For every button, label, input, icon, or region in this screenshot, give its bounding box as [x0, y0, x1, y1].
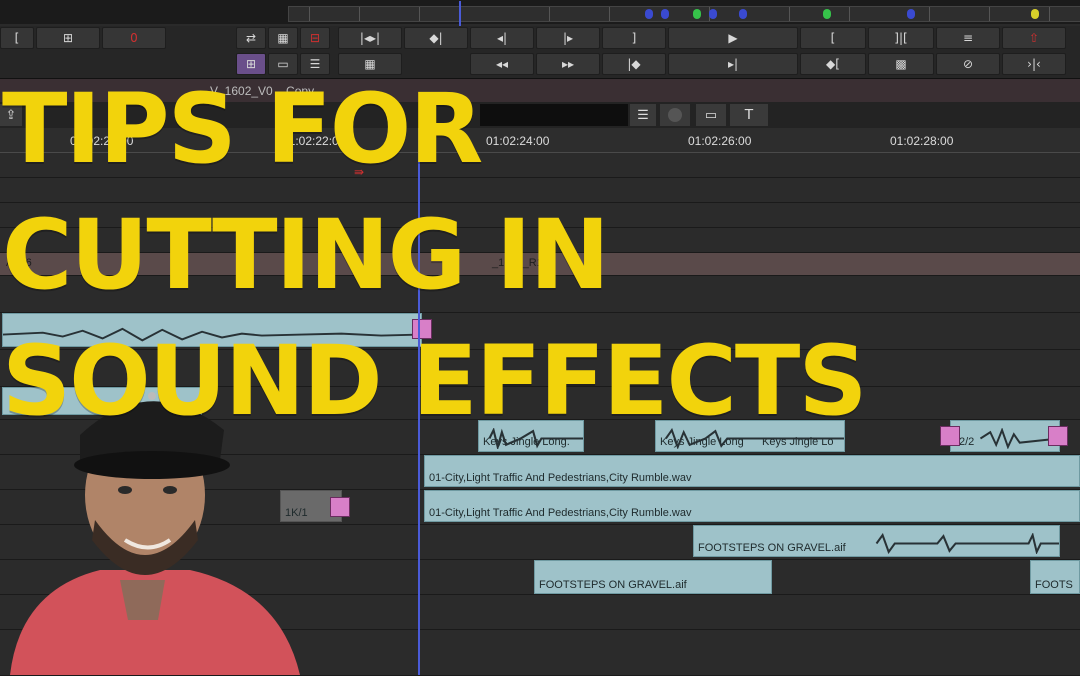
clip-label: 01-City,Light Traffic And Pedestrians,Ci… [429, 472, 692, 484]
mini-timeline[interactable] [0, 0, 1080, 27]
record-button[interactable]: 0 [102, 27, 166, 49]
waveform [875, 533, 1059, 554]
title-line-2: CUTTING IN [2, 199, 610, 311]
step-back-button[interactable]: ◂| [470, 27, 534, 49]
mini-timeline-strip[interactable] [288, 1, 1080, 27]
toolbar-row-1: [ ⊞ 0 ⇄ ▦ ⊟ |◂▸| ◆| ◂| |▸ ] ▶ [ ]|[ ≡ ⇧ [0, 26, 1080, 53]
trim-button[interactable]: |◂▸| [338, 27, 402, 49]
marker-icon [693, 9, 701, 19]
clip-label: 01-City,Light Traffic And Pedestrians,Ci… [429, 507, 692, 519]
mark-in-button[interactable]: [ [0, 27, 34, 49]
marker-icon [823, 9, 831, 19]
clip-label: FOOTS [1035, 579, 1073, 591]
ruler-timecode: 01:02:28:00 [890, 134, 954, 148]
mini-playhead[interactable] [459, 1, 461, 27]
mark-out-button[interactable]: ] [602, 27, 666, 49]
audio-clip[interactable]: FOOTS [1030, 560, 1080, 594]
step-forward-button[interactable]: |▸ [536, 27, 600, 49]
clip-label: FOOTSTEPS ON GRAVEL.aif [539, 579, 687, 591]
slip-button[interactable]: ◆| [404, 27, 468, 49]
audio-clip[interactable]: FOOTSTEPS ON GRAVEL.aif [693, 525, 1060, 557]
thumbnail-title: TIPS FOR CUTTING IN SOUND EFFECTS [2, 66, 868, 444]
marker-icon [661, 9, 669, 19]
audio-clip[interactable]: FOOTSTEPS ON GRAVEL.aif [534, 560, 772, 594]
audio-clip[interactable]: 01-City,Light Traffic And Pedestrians,Ci… [424, 490, 1080, 522]
audio-mix-button[interactable]: ≡ [936, 27, 1000, 49]
effect-icon[interactable] [940, 426, 960, 446]
waveform [979, 428, 1059, 449]
marker-icon [1031, 9, 1039, 19]
render-button[interactable]: ⇧ [1002, 27, 1066, 49]
split-button[interactable]: ]|[ [868, 27, 934, 49]
lift-icon[interactable]: ⇄ [236, 27, 266, 49]
effect-icon[interactable] [1048, 426, 1068, 446]
title-line-3: SOUND EFFECTS [2, 325, 868, 437]
stop-icon[interactable]: ⊘ [936, 53, 1000, 75]
clear-in-button[interactable]: [ [800, 27, 866, 49]
splice-button[interactable]: ⊞ [36, 27, 100, 49]
effect-icon[interactable] [330, 497, 350, 517]
audio-clip[interactable]: 2/2 [950, 420, 1060, 452]
match-frame-button[interactable]: ▩ [868, 53, 934, 75]
title-line-1: TIPS FOR [2, 73, 483, 185]
overwrite-icon[interactable]: ⊟ [300, 27, 330, 49]
play-button[interactable]: ▶ [668, 27, 798, 49]
marker-icon [907, 9, 915, 19]
marker-icon [739, 9, 747, 19]
marker-icon [709, 9, 717, 19]
marker-icon [645, 9, 653, 19]
audio-clip[interactable]: 01-City,Light Traffic And Pedestrians,Ci… [424, 455, 1080, 487]
grid-icon[interactable]: ▦ [268, 27, 298, 49]
collapse-button[interactable]: ›|‹ [1002, 53, 1066, 75]
